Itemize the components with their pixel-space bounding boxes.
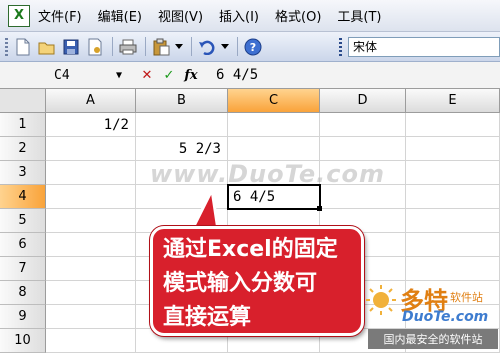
column-header-c[interactable]: C xyxy=(228,89,320,113)
svg-text:?: ? xyxy=(249,41,255,54)
grid-cell[interactable] xyxy=(46,161,136,185)
grid-cell[interactable] xyxy=(136,113,228,137)
site-logo: 多特 软件站 DuoTe.com 国内最安全的软件站 xyxy=(362,279,500,354)
toolbar-separator xyxy=(112,37,113,56)
watermark-text: www.DuoTe.com xyxy=(150,160,385,188)
formula-bar: C4 ▼ ✕ ✓ fx 6 4/5 xyxy=(0,62,500,89)
column-header-d[interactable]: D xyxy=(320,89,406,113)
column-header-a[interactable]: A xyxy=(46,89,136,113)
menu-file[interactable]: 文件(F) xyxy=(38,6,82,25)
callout-line: 模式输入分数可 xyxy=(163,271,318,296)
name-box[interactable]: C4 ▼ xyxy=(6,65,136,85)
row-header-10[interactable]: 10 xyxy=(0,329,46,353)
chevron-down-icon[interactable] xyxy=(220,36,230,57)
column-header-b[interactable]: B xyxy=(136,89,228,113)
name-box-value: C4 xyxy=(54,67,70,83)
row-header-3[interactable]: 3 xyxy=(0,161,46,185)
menu-insert[interactable]: 插入(I) xyxy=(219,6,259,25)
grid-cell[interactable] xyxy=(320,137,406,161)
toolbar-separator xyxy=(191,37,192,56)
insert-function-button[interactable]: fx xyxy=(180,68,202,83)
chevron-down-icon[interactable]: ▼ xyxy=(116,70,122,81)
chevron-down-icon[interactable] xyxy=(174,36,184,57)
grid-cell[interactable] xyxy=(320,185,406,209)
formula-content[interactable]: 6 4/5 xyxy=(216,67,258,83)
standard-toolbar: ? 宋体 xyxy=(0,32,500,62)
grid-cell[interactable] xyxy=(406,113,500,137)
grid-cell[interactable] xyxy=(406,161,500,185)
new-icon[interactable] xyxy=(12,36,33,57)
logo-tagline: 软件站 xyxy=(450,291,483,304)
toolbar-separator xyxy=(237,37,238,56)
sun-logo-icon xyxy=(366,285,396,315)
grid-cell[interactable] xyxy=(406,233,500,257)
cell-b2[interactable]: 5 2/3 xyxy=(136,137,228,161)
excel-app-icon[interactable]: X xyxy=(8,4,30,27)
grid-cell[interactable] xyxy=(46,257,136,281)
logo-url: DuoTe.com xyxy=(402,309,489,325)
grid-cell[interactable] xyxy=(46,329,136,353)
enter-button[interactable]: ✓ xyxy=(158,68,180,83)
grid-cell[interactable] xyxy=(228,137,320,161)
print-icon[interactable] xyxy=(117,36,138,57)
callout-line: 直接运算 xyxy=(163,305,252,330)
grid-cell[interactable] xyxy=(46,281,136,305)
toolbar-grip[interactable] xyxy=(5,37,8,56)
grid-cell[interactable] xyxy=(406,185,500,209)
save-icon[interactable] xyxy=(60,36,81,57)
fill-handle[interactable] xyxy=(317,206,322,211)
menu-edit[interactable]: 编辑(E) xyxy=(98,6,142,25)
grid-cell[interactable] xyxy=(406,209,500,233)
row-header-2[interactable]: 2 xyxy=(0,137,46,161)
undo-icon[interactable] xyxy=(196,36,217,57)
row-header-4[interactable]: 4 xyxy=(0,185,46,209)
logo-slogan: 国内最安全的软件站 xyxy=(368,329,498,349)
row-header-1[interactable]: 1 xyxy=(0,113,46,137)
toolbar-grip[interactable] xyxy=(339,37,342,56)
toolbar-separator xyxy=(145,37,146,56)
select-all-corner[interactable] xyxy=(0,89,46,113)
grid-cell[interactable] xyxy=(46,209,136,233)
row-header-5[interactable]: 5 xyxy=(0,209,46,233)
menu-view[interactable]: 视图(V) xyxy=(158,6,203,25)
row-header-8[interactable]: 8 xyxy=(0,281,46,305)
open-icon[interactable] xyxy=(36,36,57,57)
column-header-e[interactable]: E xyxy=(406,89,500,113)
grid-cell[interactable] xyxy=(228,113,320,137)
grid-cell[interactable] xyxy=(406,137,500,161)
grid-cell[interactable] xyxy=(46,137,136,161)
row-header-6[interactable]: 6 xyxy=(0,233,46,257)
cell-a1[interactable]: 1/2 xyxy=(46,113,136,137)
row-header-7[interactable]: 7 xyxy=(0,257,46,281)
font-name-box[interactable]: 宋体 xyxy=(348,36,500,57)
menu-tools[interactable]: 工具(T) xyxy=(337,6,381,25)
permission-icon[interactable] xyxy=(84,36,105,57)
menu-bar: X 文件(F) 编辑(E) 视图(V) 插入(I) 格式(O) 工具(T) xyxy=(0,0,500,32)
paste-icon[interactable] xyxy=(150,36,171,57)
menu-format[interactable]: 格式(O) xyxy=(275,6,321,25)
grid-cell[interactable] xyxy=(46,305,136,329)
grid-cell[interactable] xyxy=(46,233,136,257)
grid-cell[interactable] xyxy=(406,257,500,281)
callout-line: 通过Excel的固定 xyxy=(163,237,338,262)
grid-cell[interactable] xyxy=(320,113,406,137)
annotation-callout: 通过Excel的固定 模式输入分数可 直接运算 xyxy=(150,226,364,336)
row-header-9[interactable]: 9 xyxy=(0,305,46,329)
grid-cell[interactable] xyxy=(46,185,136,209)
help-icon[interactable]: ? xyxy=(242,36,263,57)
cancel-button[interactable]: ✕ xyxy=(136,68,158,83)
